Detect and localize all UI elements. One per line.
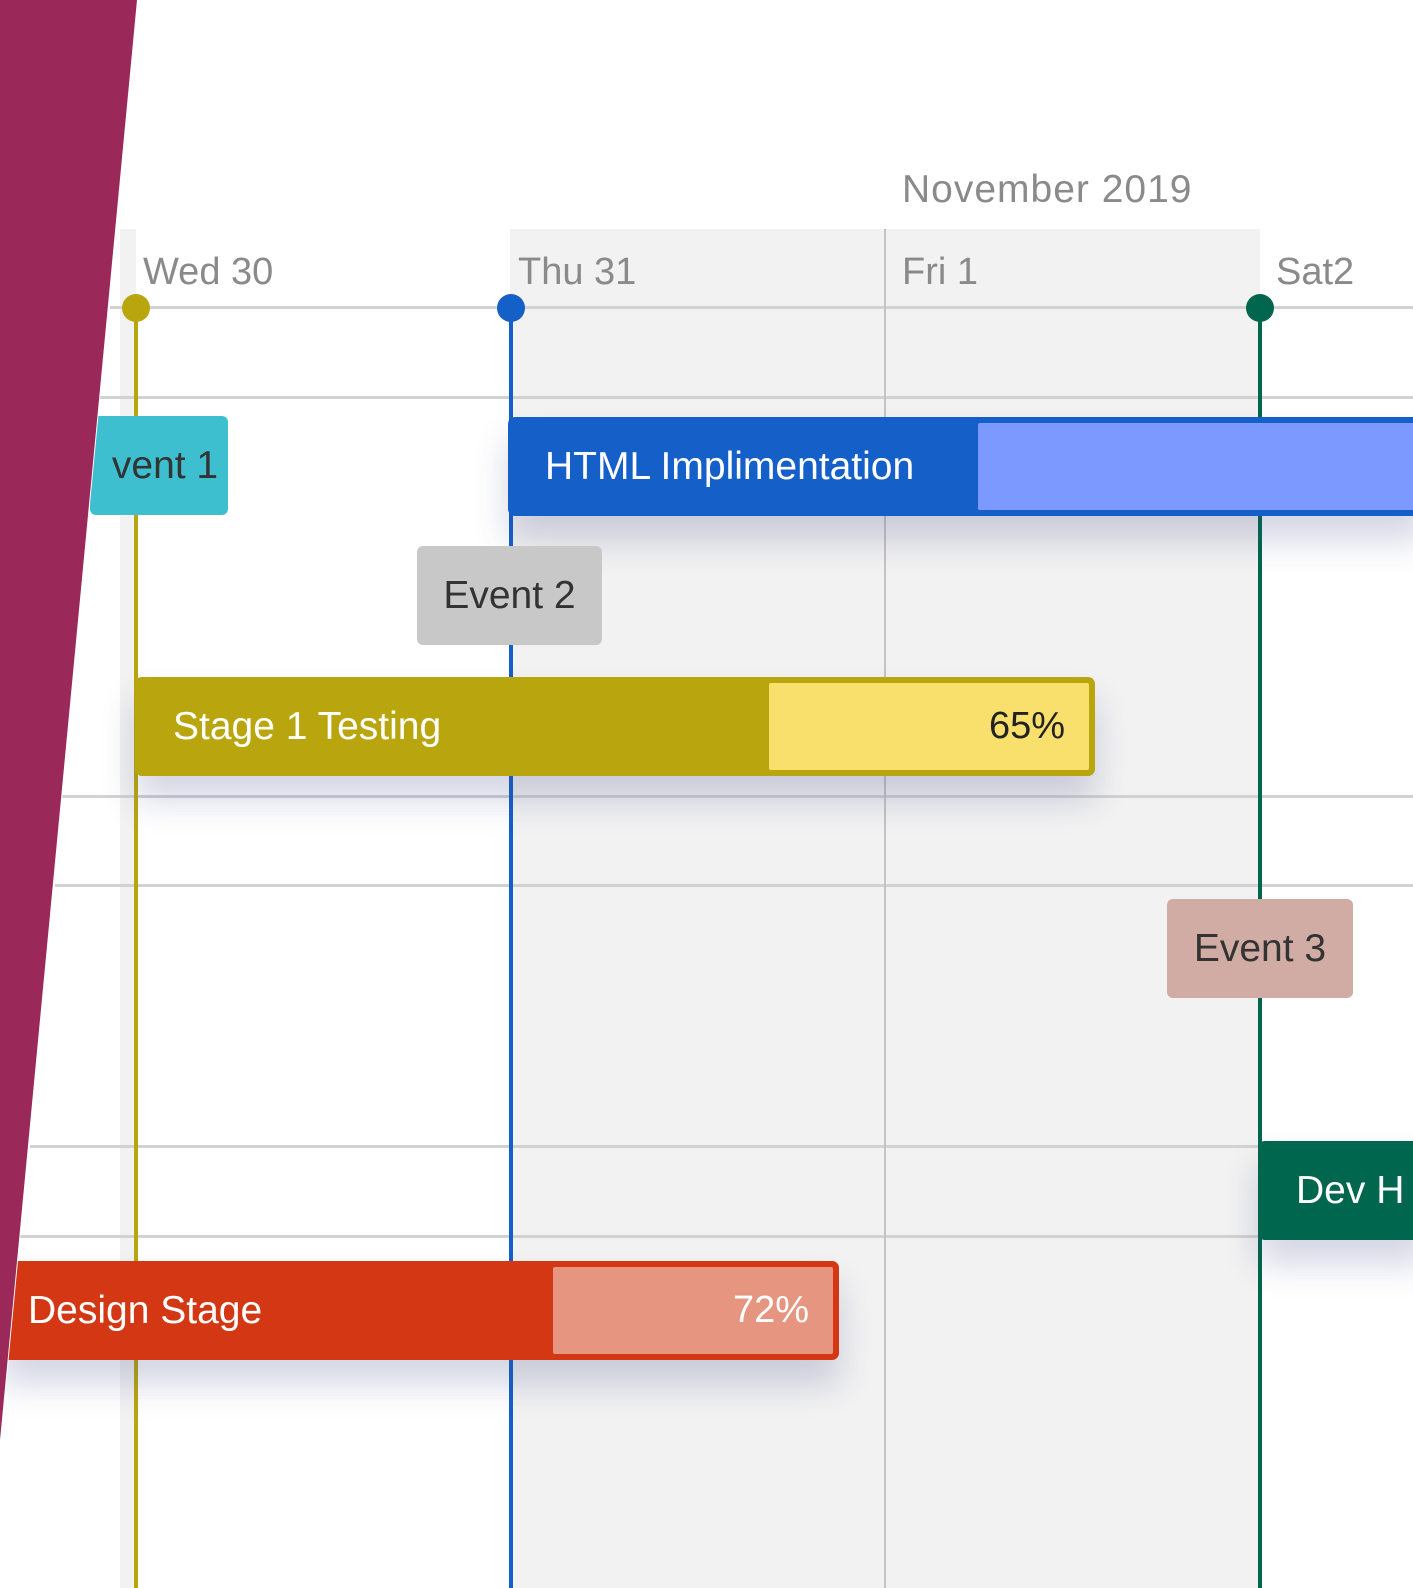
milestone-dot-sat[interactable] (1246, 294, 1274, 322)
day-label-thu: Thu 31 (518, 251, 637, 293)
row-divider (30, 1145, 1413, 1148)
task-bar-html-implimentation[interactable]: HTML Implimentation (508, 417, 1413, 516)
task-label: Stage 1 Testing (173, 704, 442, 748)
timeline-axis-line (110, 306, 1413, 309)
task-progress-percent: 65% (988, 705, 1065, 747)
task-label: HTML Implimentation (545, 444, 915, 488)
day-label-sat: Sat2 (1276, 251, 1355, 293)
task-progress-percent: 72% (732, 1289, 809, 1331)
event-2[interactable]: Event 2 (417, 546, 602, 645)
task-bar-dev[interactable]: Dev H (1258, 1141, 1413, 1240)
month-label: November 2019 (902, 168, 1193, 211)
row-divider (55, 795, 1413, 798)
accent-wedge-shape (0, 0, 137, 1440)
event-2-label: Event 2 (443, 573, 576, 617)
task-label: Dev H (1296, 1168, 1405, 1212)
event-3-label: Event 3 (1193, 926, 1327, 970)
row-divider (55, 884, 1413, 887)
day-label-fri: Fri 1 (902, 251, 978, 293)
row-divider (20, 1235, 1413, 1238)
event-3[interactable]: Event 3 (1167, 899, 1353, 998)
milestone-dot-thu[interactable] (497, 294, 525, 322)
task-bar-stage-1-testing[interactable]: Stage 1 Testing 65% (135, 677, 1095, 776)
row-divider (100, 396, 1413, 399)
accent-wedge (0, 0, 138, 1450)
task-progress-fill (978, 423, 1413, 510)
day-label-wed: Wed 30 (143, 251, 274, 293)
